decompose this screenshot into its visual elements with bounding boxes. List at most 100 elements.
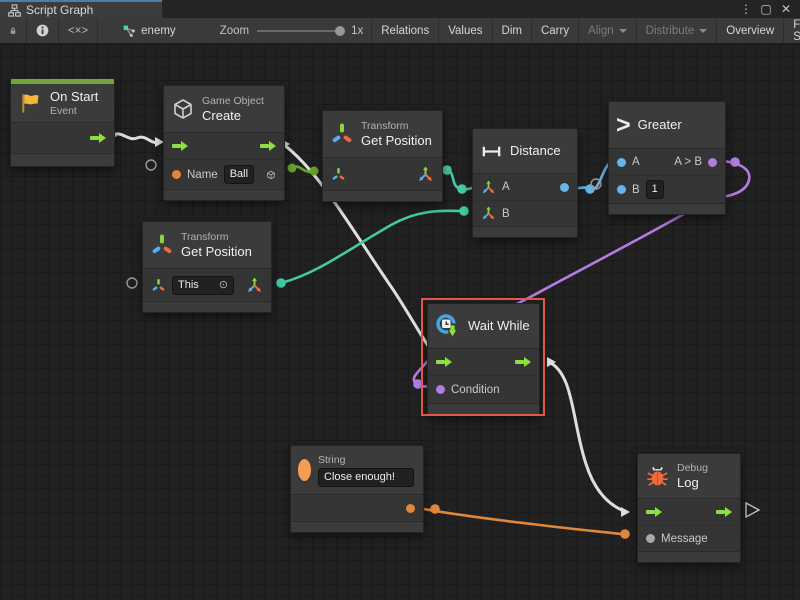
graph-breadcrumb-icon	[122, 24, 136, 38]
node-title: Wait While	[468, 318, 530, 334]
greater-icon: >	[616, 113, 631, 138]
name-input-port[interactable]	[172, 170, 181, 179]
window-tab-strip: Script Graph ⋮ ▢ ✕	[0, 0, 800, 18]
port-label: Condition	[451, 384, 500, 396]
node-get-position-enemy[interactable]: Transform Get Position	[322, 110, 443, 202]
flag-icon	[18, 91, 43, 116]
zoom-slider[interactable]	[257, 30, 343, 32]
relations-button[interactable]: Relations	[371, 18, 439, 43]
wire-onstart-to-create[interactable]	[108, 131, 164, 147]
greater-output-port[interactable]	[708, 158, 717, 167]
dim-button[interactable]: Dim	[493, 18, 532, 43]
string-value-field[interactable]: Close enough!	[318, 468, 414, 487]
node-category: Transform	[361, 120, 432, 133]
string-output-port[interactable]	[406, 504, 415, 513]
gameobject-output-port[interactable]	[266, 167, 276, 183]
flow-out-port[interactable]	[515, 357, 531, 367]
node-footer	[638, 552, 740, 562]
graph-icon	[8, 4, 21, 17]
window-maximize-icon[interactable]: ▢	[758, 2, 774, 16]
node-title: Greater	[638, 117, 682, 133]
name-field[interactable]: Ball	[224, 165, 254, 184]
greater-input-b-port[interactable]	[617, 185, 626, 194]
unconnected-port-ring	[127, 278, 137, 288]
unconnected-flow-triangle	[746, 503, 759, 517]
zoom-value: 1x	[351, 25, 363, 37]
distribute-button[interactable]: Distribute	[637, 18, 718, 43]
flow-in-port[interactable]	[646, 507, 662, 517]
vector3-output-port[interactable]	[417, 166, 434, 183]
node-string[interactable]: String Close enough!	[290, 445, 424, 533]
greater-input-a-port[interactable]	[617, 158, 626, 167]
node-wait-while[interactable]: Wait While Condition	[427, 303, 540, 415]
condition-input-port[interactable]	[436, 385, 445, 394]
node-create[interactable]: Game Object Create Name Ball	[163, 85, 285, 201]
info-button[interactable]	[27, 18, 59, 43]
transform-input-port[interactable]	[331, 167, 346, 182]
node-category: Event	[50, 105, 98, 118]
node-get-position-self[interactable]: Transform Get Position This ⊙	[142, 221, 272, 313]
flow-in-port[interactable]	[172, 141, 188, 151]
wire-getposition-self-to-distance-b[interactable]	[276, 206, 469, 288]
chevron-down-icon	[699, 29, 707, 33]
align-button[interactable]: Align	[579, 18, 637, 43]
node-title: Get Position	[181, 244, 252, 260]
node-footer	[164, 190, 284, 200]
chevron-down-icon	[619, 29, 627, 33]
lock-icon	[9, 25, 17, 37]
distance-output-port[interactable]	[560, 183, 569, 192]
greater-b-field[interactable]: 1	[646, 180, 664, 199]
wire-waitwhile-to-log[interactable]	[547, 357, 630, 517]
flow-out-port[interactable]	[90, 133, 106, 143]
wire-string-to-message[interactable]	[413, 504, 630, 539]
node-title: Create	[202, 108, 264, 124]
flow-out-port[interactable]	[716, 507, 732, 517]
carry-button[interactable]: Carry	[532, 18, 579, 43]
window-menu-icon[interactable]: ⋮	[738, 2, 754, 16]
port-label: B	[502, 208, 510, 220]
vector3-input-port-b[interactable]	[481, 206, 496, 221]
fullscreen-button[interactable]: Full Screen	[784, 18, 800, 43]
window-close-icon[interactable]: ✕	[778, 2, 794, 16]
breadcrumb[interactable]: enemy	[112, 18, 186, 43]
node-footer	[428, 404, 539, 414]
vector3-output-port[interactable]	[246, 277, 263, 294]
transform-icon	[150, 233, 174, 257]
flow-in-port[interactable]	[436, 357, 452, 367]
node-title: String	[318, 454, 414, 467]
zoom-label: Zoom	[220, 25, 249, 37]
target-field[interactable]: This ⊙	[172, 276, 234, 295]
message-input-port[interactable]	[646, 534, 655, 543]
graph-canvas[interactable]: On Start Event Game Object Create	[0, 44, 800, 600]
output-label: A > B	[674, 156, 702, 168]
port-label: A	[502, 181, 510, 193]
string-icon	[298, 459, 311, 481]
tab-script-graph[interactable]: Script Graph	[0, 0, 162, 18]
node-footer	[323, 191, 442, 201]
code-view-button[interactable]: <×>	[59, 18, 98, 43]
node-title: Log	[677, 475, 708, 491]
unconnected-port-ring	[146, 160, 156, 170]
wait-clock-icon	[435, 313, 461, 339]
zoom-slider-handle[interactable]	[335, 26, 345, 36]
overview-button[interactable]: Overview	[717, 18, 784, 43]
node-footer	[291, 522, 423, 532]
port-label: B	[632, 184, 640, 196]
transform-input-port[interactable]	[151, 278, 166, 293]
node-on-start[interactable]: On Start Event	[10, 78, 115, 167]
wire-create-to-getposition[interactable]	[288, 164, 319, 176]
transform-icon	[330, 122, 354, 146]
values-button[interactable]: Values	[439, 18, 492, 43]
vector3-input-port-a[interactable]	[481, 180, 496, 195]
port-label: Message	[661, 533, 708, 545]
distance-icon	[480, 140, 503, 163]
flow-out-port[interactable]	[260, 141, 276, 151]
object-picker-icon[interactable]: ⊙	[219, 279, 228, 292]
node-title: On Start	[50, 89, 98, 105]
node-footer	[473, 227, 577, 237]
node-distance[interactable]: Distance A B	[472, 128, 578, 238]
node-category: Debug	[677, 462, 708, 475]
node-debug-log[interactable]: Debug Log Message	[637, 453, 741, 563]
node-greater[interactable]: > Greater A A > B B 1	[608, 101, 726, 215]
lock-button[interactable]	[0, 18, 27, 43]
